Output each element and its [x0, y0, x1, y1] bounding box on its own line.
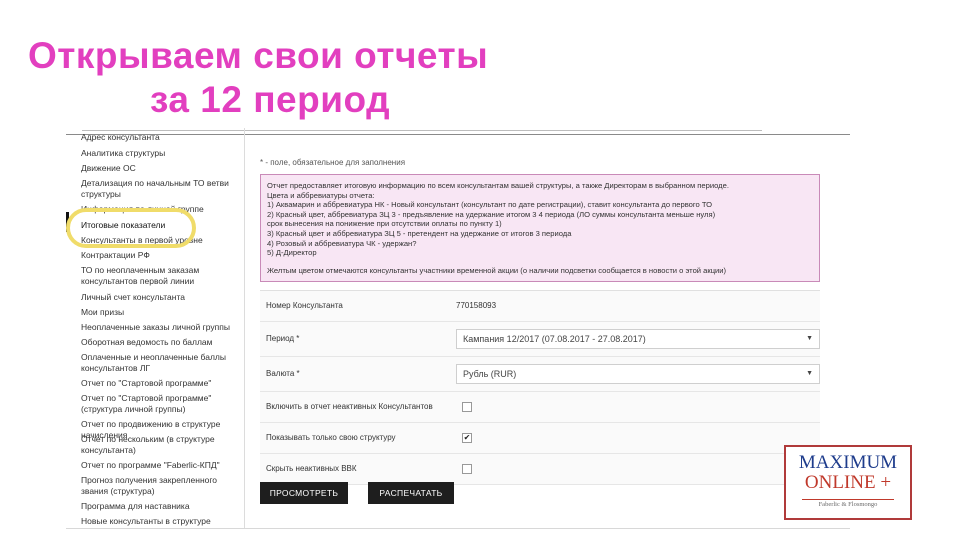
currency-selected-value: Рубль (RUR) — [463, 369, 517, 379]
inactive-consultants-row: Включить в отчет неактивных Консультанто… — [260, 392, 820, 423]
report-form: Номер Консультанта 770158093 Период * Ка… — [260, 290, 820, 485]
info-footer: Желтым цветом отмечаются консультанты уч… — [267, 265, 727, 275]
period-label: Период * — [266, 334, 300, 343]
own-structure-label: Показывать только свою структуру — [266, 433, 396, 442]
report-info-box: Отчет предоставляет итоговую информацию … — [260, 174, 820, 282]
sidebar-item-paid-unpaid-points[interactable]: Оплаченные и неоплаченные баллы консульт… — [81, 352, 241, 373]
sidebar-item-rank-forecast[interactable]: Прогноз получения закрепленного звания (… — [81, 475, 241, 496]
consultant-number: 770158093 — [456, 301, 497, 310]
sidebar-item-several-report[interactable]: Отчет по нескольким (в структуре консуль… — [81, 434, 241, 455]
sidebar-item-new-consultants[interactable]: Новые консультанты в структуре — [81, 516, 241, 527]
maximum-online-logo: MAXIMUM ONLINE + Faberlic & Flosmongo — [784, 445, 912, 520]
chevron-down-icon: ▼ — [806, 370, 813, 377]
slide-title-line2: за 12 период — [150, 79, 391, 120]
period-select[interactable]: Кампания 12/2017 (07.08.2017 - 27.08.201… — [456, 329, 820, 349]
sidebar-item-first-level[interactable]: Консультанты в первой уровне — [81, 235, 241, 246]
sidebar-item-unpaid-orders[interactable]: Неоплаченные заказы личной группы — [81, 322, 241, 333]
info-line: 3) Красный цвет и аббревиатура ЗЦ 5 - пр… — [267, 228, 572, 238]
logo-line1: MAXIMUM — [798, 452, 898, 473]
report-settings-panel: * - поле, обязательное для заполнения От… — [256, 128, 850, 528]
slide-title-line1: Открываем свои отчеты — [28, 35, 489, 76]
sidebar-item-my-prizes[interactable]: Мои призы — [81, 307, 241, 318]
required-note: * - поле, обязательное для заполнения — [260, 158, 406, 167]
inactive-consultants-checkbox[interactable] — [462, 402, 472, 412]
info-line: Отчет предоставляет итоговую информацию … — [267, 181, 729, 190]
hide-inactive-vvk-label: Скрыть неактивных ВВК — [266, 464, 357, 473]
info-line: 2) Красный цвет, аббревиатура ЗЦ 3 - пре… — [267, 209, 716, 219]
hide-inactive-vvk-checkbox[interactable] — [462, 464, 472, 474]
sidebar-item-contracts-rf[interactable]: Контрактации РФ — [81, 250, 241, 261]
report-screenshot: Адрес консультанта Аналитика структуры Д… — [66, 128, 850, 529]
info-line: 4) Розовый и аббревиатура ЧК - удержан? — [267, 238, 417, 248]
sidebar-item-start-program-group[interactable]: Отчет по "Стартовой программе" (структур… — [81, 393, 241, 414]
sidebar-item-mentor-program[interactable]: Программа для наставника — [81, 501, 241, 512]
currency-label: Валюта * — [266, 369, 300, 378]
view-button[interactable]: ПРОСМОТРЕТЬ — [260, 482, 348, 504]
sidebar-item-to-detail[interactable]: Детализация по начальным ТО ветви структ… — [81, 178, 241, 199]
info-line: 1) Аквамарин и аббревиатура НК - Новый к… — [267, 200, 713, 210]
period-selected-value: Кампания 12/2017 (07.08.2017 - 27.08.201… — [463, 334, 646, 344]
selection-marker — [66, 212, 69, 232]
currency-select[interactable]: Рубль (RUR) ▼ — [456, 364, 820, 384]
chevron-down-icon: ▼ — [806, 335, 813, 342]
own-structure-checkbox[interactable]: ✔ — [462, 433, 472, 443]
logo-rule — [802, 499, 894, 500]
sidebar-item-unpaid-orders-to[interactable]: ТО по неоплаченным заказам консультантов… — [81, 265, 241, 286]
reports-sidebar: Адрес консультанта Аналитика структуры Д… — [66, 128, 245, 528]
print-button[interactable]: РАСПЕЧАТАТЬ — [368, 482, 454, 504]
logo-line2: ONLINE + — [804, 472, 892, 493]
sidebar-item-start-program[interactable]: Отчет по "Стартовой программе" — [81, 378, 241, 389]
info-line: срок вынесения на понижение при отсутств… — [267, 219, 502, 229]
sidebar-item-personal-account[interactable]: Личный счет консультанта — [81, 292, 241, 303]
slide-title: Открываем свои отчеты за 12 период — [28, 34, 488, 122]
info-line: 5) Д-Директор — [267, 248, 317, 258]
sidebar-item-os-movement[interactable]: Движение ОС — [81, 163, 241, 174]
currency-row: Валюта * Рубль (RUR) ▼ — [260, 357, 820, 392]
logo-line3: Faberlic & Flosmongo — [818, 501, 878, 508]
consultant-label: Номер Консультанта — [266, 301, 343, 310]
inactive-consultants-label: Включить в отчет неактивных Консультанто… — [266, 402, 433, 411]
sidebar-item-consultant-address[interactable]: Адрес консультанта — [81, 132, 241, 143]
sidebar-item-structure-analytics[interactable]: Аналитика структуры — [81, 148, 241, 159]
sidebar-item-personal-group-info[interactable]: Информация по личной группе — [81, 204, 241, 215]
own-structure-row: Показывать только свою структуру ✔ — [260, 423, 820, 454]
hide-inactive-vvk-row: Скрыть неактивных ВВК — [260, 454, 820, 485]
consultant-row: Номер Консультанта 770158093 — [260, 291, 820, 322]
sidebar-item-kpd-program[interactable]: Отчет по программе "Faberlic-КПД" — [81, 460, 241, 471]
sidebar-item-totals[interactable]: Итоговые показатели — [81, 220, 241, 231]
sidebar-item-points-statement[interactable]: Оборотная ведомость по баллам — [81, 337, 241, 348]
period-row: Период * Кампания 12/2017 (07.08.2017 - … — [260, 322, 820, 357]
info-line: Цвета и аббревиатуры отчета: — [267, 190, 375, 200]
